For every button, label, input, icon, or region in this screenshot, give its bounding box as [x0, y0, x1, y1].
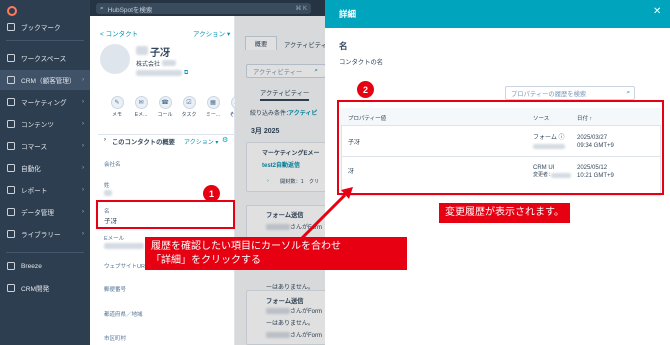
callout-line-2: 「詳細」をクリックする — [151, 254, 261, 266]
callout-instruction: 履歴を確認したい項目にカーソルを合わせ 「詳細」をクリックする — [145, 237, 407, 270]
callout-result: 変更履歴が表示されます。 — [439, 203, 570, 223]
callout-line-1: 履歴を確認したい項目にカーソルを合わせ — [151, 241, 341, 252]
annotation-arrow — [283, 187, 353, 257]
